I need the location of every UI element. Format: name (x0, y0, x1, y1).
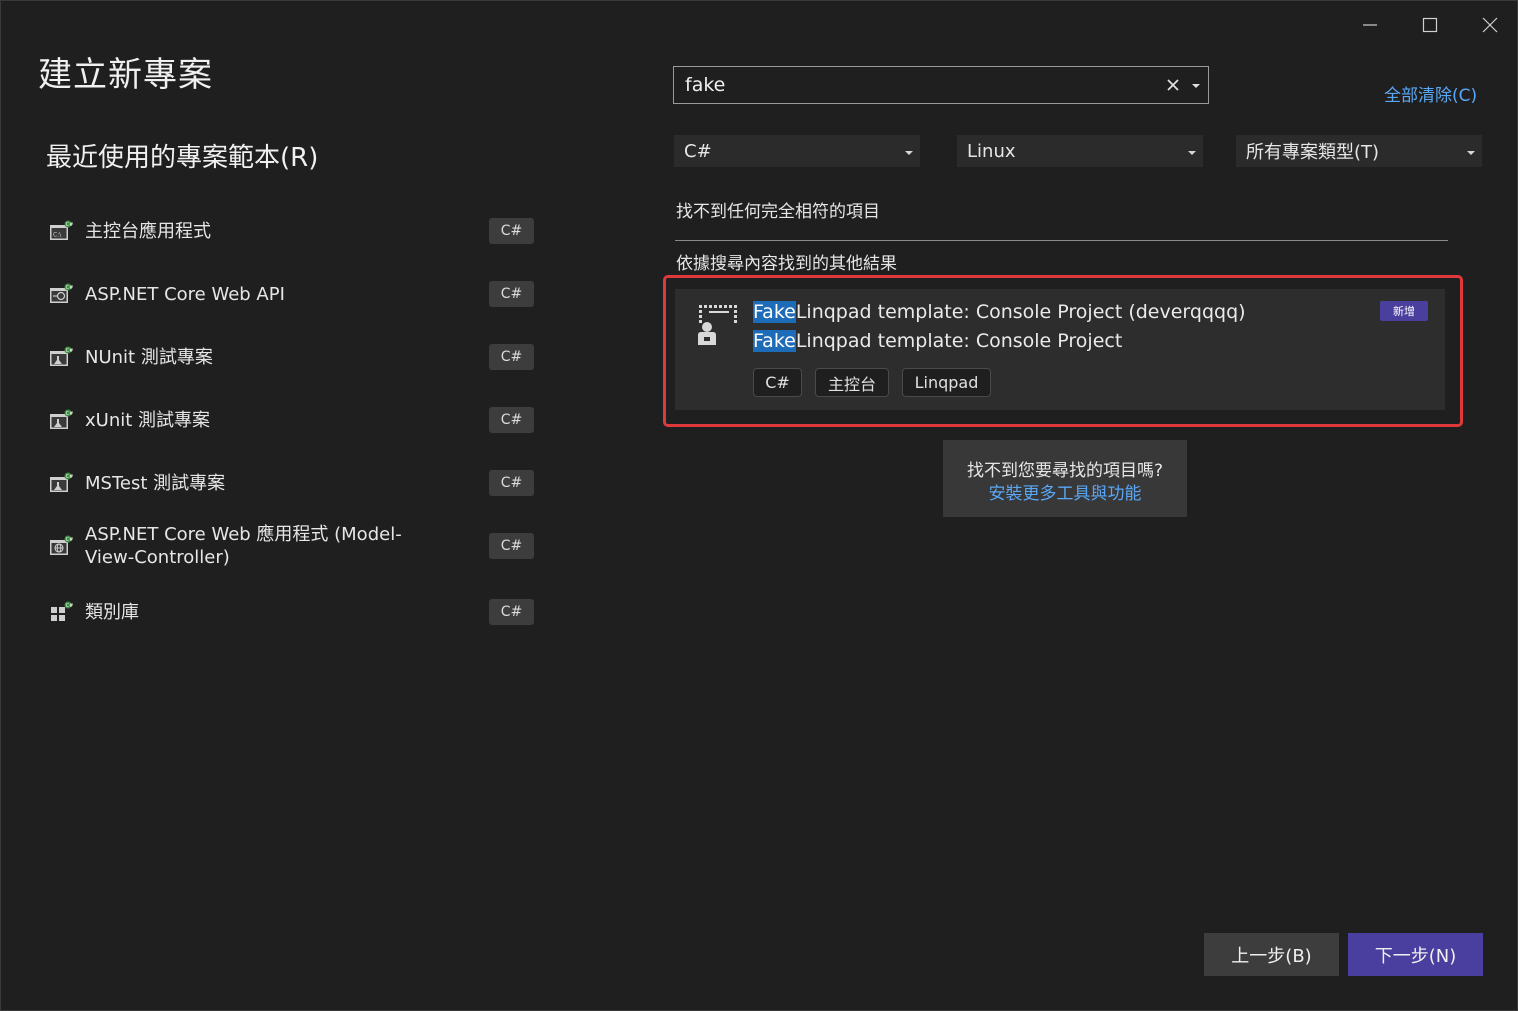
svg-text:C#: C# (66, 537, 73, 543)
search-match-highlight: Fake (753, 330, 796, 352)
no-exact-match-text: 找不到任何完全相符的項目 (676, 202, 880, 222)
install-more-tools-link[interactable]: 安裝更多工具與功能 (943, 479, 1187, 504)
svg-text:C#: C# (66, 411, 73, 417)
clear-search-icon[interactable] (1164, 76, 1182, 94)
language-badge: C# (489, 218, 534, 244)
back-button[interactable]: 上一步(B) (1204, 933, 1339, 976)
create-project-dialog: 建立新專案 最近使用的專案範本(R) C:\ C# 主控台應用程式 C# C# … (0, 0, 1518, 1011)
recent-item-label: 類別庫 (85, 601, 139, 623)
recent-item[interactable]: C# ASP.NET Core Web 應用程式 (Model-View-Con… (45, 518, 537, 574)
test-project-icon: C# (50, 472, 73, 492)
recent-item-label: 主控台應用程式 (85, 220, 211, 242)
page-title: 建立新專案 (38, 55, 213, 95)
web-api-icon: C# (50, 283, 73, 303)
platform-filter-dropdown[interactable]: Linux (957, 135, 1203, 167)
recent-item[interactable]: C# ASP.NET Core Web API C# (45, 270, 537, 318)
test-project-icon: C# (50, 409, 73, 429)
chevron-down-icon (1467, 151, 1475, 155)
recent-item[interactable]: C# NUnit 測試專案 C# (45, 333, 537, 381)
svg-text:C#: C# (66, 285, 73, 291)
search-history-dropdown-icon[interactable] (1190, 82, 1202, 90)
recent-item[interactable]: C# 類別庫 C# (45, 588, 537, 636)
language-badge: C# (489, 344, 534, 370)
template-result-card[interactable]: FakeLinqpad template: Console Project (d… (675, 289, 1445, 410)
web-app-icon: C# (50, 535, 73, 555)
svg-text:C#: C# (66, 603, 73, 609)
recent-item-label: ASP.NET Core Web API (85, 283, 285, 305)
recent-item[interactable]: C# xUnit 測試專案 C# (45, 396, 537, 444)
recent-item-label: ASP.NET Core Web 應用程式 (Model-View-Contro… (85, 524, 402, 568)
next-button[interactable]: 下一步(N) (1348, 933, 1483, 976)
chevron-down-icon (1188, 151, 1196, 155)
result-subtitle: FakeLinqpad template: Console Project (753, 329, 1122, 353)
new-badge: 新增 (1380, 301, 1428, 321)
project-type-filter-dropdown[interactable]: 所有專案類型(T) (1236, 135, 1482, 167)
project-type-filter-value: 所有專案類型(T) (1246, 142, 1380, 163)
clear-all-link[interactable]: 全部清除(C) (1384, 81, 1477, 106)
svg-text:C#: C# (66, 474, 73, 480)
recent-item-label: NUnit 測試專案 (85, 346, 213, 368)
result-title-text: Linqpad template: Console Project (dever… (795, 301, 1246, 323)
tag-language: C# (753, 368, 802, 397)
language-badge: C# (489, 533, 534, 559)
language-filter-value: C# (684, 140, 712, 162)
language-badge: C# (489, 407, 534, 433)
platform-filter-value: Linux (967, 140, 1016, 162)
tag-project-type: 主控台 (815, 368, 889, 397)
template-search-box (673, 66, 1209, 104)
recent-item-label: xUnit 測試專案 (85, 409, 211, 431)
minimize-icon[interactable] (1347, 7, 1393, 43)
recent-item[interactable]: C:\ C# 主控台應用程式 C# (45, 207, 537, 255)
missing-template-help: 找不到您要尋找的項目嗎? 安裝更多工具與功能 (943, 440, 1187, 517)
language-badge: C# (489, 470, 534, 496)
language-badge: C# (489, 599, 534, 625)
chevron-down-icon (905, 151, 913, 155)
console-project-template-icon (698, 305, 737, 345)
recent-item[interactable]: C# MSTest 測試專案 C# (45, 459, 537, 507)
class-library-icon: C# (51, 601, 73, 621)
search-input[interactable] (674, 67, 1144, 103)
recent-templates-list: C:\ C# 主控台應用程式 C# C# ASP.NET Core Web AP… (45, 207, 537, 636)
recent-templates-heading: 最近使用的專案範本(R) (46, 143, 319, 173)
other-results-heading: 依據搜尋內容找到的其他結果 (676, 254, 897, 274)
svg-text:C#: C# (66, 348, 73, 354)
svg-text:C:\: C:\ (53, 232, 62, 239)
recent-item-label: MSTest 測試專案 (85, 472, 226, 494)
console-app-icon: C:\ C# (50, 220, 73, 240)
help-question: 找不到您要尋找的項目嗎? (966, 461, 1164, 481)
svg-text:C#: C# (66, 222, 73, 228)
language-badge: C# (489, 281, 534, 307)
test-project-icon: C# (50, 346, 73, 366)
result-title: FakeLinqpad template: Console Project (d… (753, 300, 1246, 324)
maximize-icon[interactable] (1407, 7, 1453, 43)
language-filter-dropdown[interactable]: C# (674, 135, 920, 167)
results-divider (675, 240, 1448, 241)
close-icon[interactable] (1467, 7, 1513, 43)
result-subtitle-text: Linqpad template: Console Project (795, 330, 1123, 352)
tag-keyword: Linqpad (902, 368, 991, 397)
search-match-highlight: Fake (753, 301, 796, 323)
